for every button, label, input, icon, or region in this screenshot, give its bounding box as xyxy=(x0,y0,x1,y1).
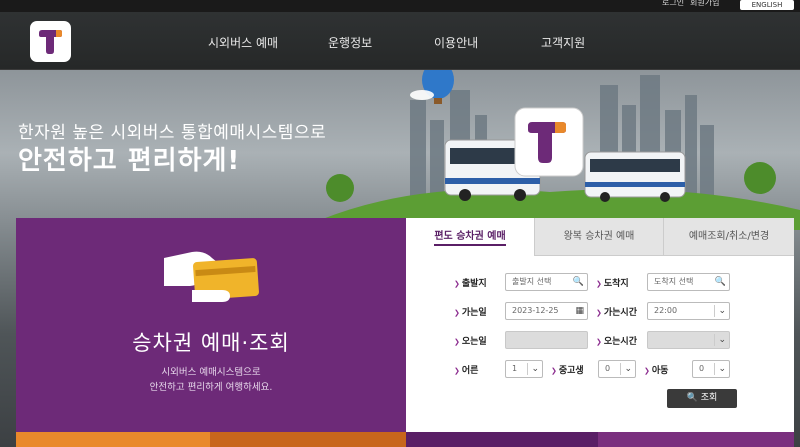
search-button-label: 조회 xyxy=(700,393,718,403)
go-date-input[interactable]: 2023-12-25 ▦ xyxy=(505,302,588,320)
select-separator xyxy=(620,363,621,375)
return-date-input[interactable] xyxy=(505,331,588,349)
search-button[interactable]: 🔍 조회 xyxy=(667,389,737,408)
child-label: 아동 xyxy=(644,363,669,376)
ticket-panel-desc-line2: 안전하고 편리하게 여행하세요. xyxy=(149,382,273,393)
arrival-label: 도착지 xyxy=(596,276,629,289)
chevron-down-icon: ⌄ xyxy=(718,335,726,345)
search-icon: 🔍 xyxy=(686,393,698,403)
go-time-value: 22:00 xyxy=(654,306,678,315)
bottom-strip-4 xyxy=(598,432,794,447)
nav-customer-support[interactable]: 고객지원 xyxy=(541,34,585,51)
departure-placeholder: 출발지 선택 xyxy=(512,277,552,286)
tab-round-trip[interactable]: 왕복 승차권 예매 xyxy=(534,218,663,256)
return-time-label: 오는시간 xyxy=(596,334,637,347)
site-logo[interactable] xyxy=(30,21,71,62)
card-in-hand-icon xyxy=(164,251,259,302)
ticket-panel: 승차권 예매·조회 시외버스 예매시스템으로 안전하고 편리하게 여행하세요. xyxy=(16,218,414,433)
tab-one-way[interactable]: 편도 승차권 예매 xyxy=(406,218,534,256)
select-separator xyxy=(714,305,715,317)
go-date-value: 2023-12-25 xyxy=(512,306,559,315)
tab-one-way-label: 편도 승차권 예매 xyxy=(434,231,506,246)
bottom-strip-1 xyxy=(16,432,210,447)
city-bus-illustration xyxy=(320,70,800,230)
student-count-value: 0 xyxy=(605,364,611,373)
adult-count-select[interactable]: 1 ⌄ xyxy=(505,360,543,378)
departure-label: 출발지 xyxy=(454,276,487,289)
chevron-down-icon: ⌄ xyxy=(718,364,726,374)
adult-count-value: 1 xyxy=(512,364,518,373)
arrival-input[interactable]: 도착지 선택 🔍 xyxy=(647,273,730,291)
chevron-down-icon: ⌄ xyxy=(718,306,726,316)
ticket-panel-title: 승차권 예매·조회 xyxy=(132,331,290,355)
adult-label: 어른 xyxy=(454,363,479,376)
go-time-label: 가는시간 xyxy=(596,305,637,318)
bottom-strip-2 xyxy=(210,432,406,447)
chevron-down-icon: ⌄ xyxy=(531,364,539,374)
go-date-label: 가는일 xyxy=(454,305,487,318)
search-icon: 🔍 xyxy=(714,277,726,287)
student-count-select[interactable]: 0 ⌄ xyxy=(598,360,636,378)
language-button[interactable]: ENGLISH xyxy=(740,0,794,10)
bottom-strip-3 xyxy=(406,432,598,447)
signup-link[interactable]: 회원가입 xyxy=(690,0,719,8)
select-separator xyxy=(714,334,715,346)
top-utility-bar: 로그인 회원가입 ENGLISH xyxy=(0,0,800,12)
departure-input[interactable]: 출발지 선택 🔍 xyxy=(505,273,588,291)
select-separator xyxy=(527,363,528,375)
calendar-icon[interactable]: ▦ xyxy=(575,303,584,319)
child-count-select[interactable]: 0 ⌄ xyxy=(692,360,730,378)
arrival-placeholder: 도착지 선택 xyxy=(654,277,694,286)
return-date-label: 오는일 xyxy=(454,334,487,347)
booking-tabs: 편도 승차권 예매 왕복 승차권 예매 예매조회/취소/변경 xyxy=(406,218,794,256)
student-label: 중고생 xyxy=(551,363,584,376)
nav-bus-reservation[interactable]: 시외버스 예매 xyxy=(208,34,278,51)
booking-form: 편도 승차권 예매 왕복 승차권 예매 예매조회/취소/변경 출발지 출발지 선… xyxy=(406,218,794,433)
search-icon: 🔍 xyxy=(572,277,584,287)
nav-schedule-info[interactable]: 운행정보 xyxy=(328,34,372,51)
login-link[interactable]: 로그인 xyxy=(662,0,684,8)
nav-usage-guide[interactable]: 이용안내 xyxy=(434,34,478,51)
child-count-value: 0 xyxy=(699,364,705,373)
hero-title: 안전하고 편리하게! xyxy=(18,146,241,176)
site-header: 시외버스 예매 운행정보 이용안내 고객지원 xyxy=(0,12,800,70)
go-time-select[interactable]: 22:00 ⌄ xyxy=(647,302,730,320)
return-time-select[interactable]: ⌄ xyxy=(647,331,730,349)
chevron-down-icon: ⌄ xyxy=(624,364,632,374)
logo-icon xyxy=(39,30,62,54)
ticket-panel-desc-line1: 시외버스 예매시스템으로 xyxy=(161,367,261,378)
select-separator xyxy=(714,363,715,375)
tab-lookup-cancel[interactable]: 예매조회/취소/변경 xyxy=(663,218,794,256)
